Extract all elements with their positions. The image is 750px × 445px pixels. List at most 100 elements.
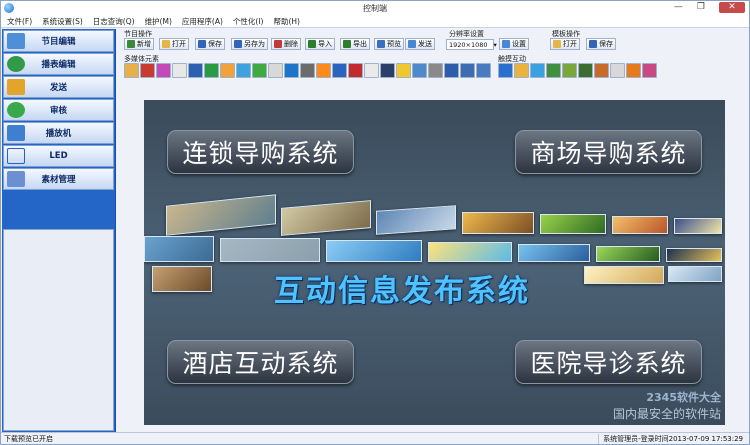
sidebar-item-material[interactable]: 素材管理 <box>3 168 114 190</box>
sidebar-item-playlist-edit[interactable]: 播表编辑 <box>3 53 114 75</box>
menu-personalize[interactable]: 个性化(I) <box>233 16 264 27</box>
media-element-1-icon[interactable] <box>124 63 139 78</box>
chevron-down-icon: ▾ <box>493 40 497 49</box>
media-element-16-icon[interactable] <box>364 63 379 78</box>
media-element-10-icon[interactable] <box>268 63 283 78</box>
sidebar-empty-area <box>3 229 114 431</box>
open-button-label: 打开 <box>172 40 186 48</box>
menu-help[interactable]: 帮助(H) <box>273 16 300 27</box>
gear-icon <box>502 40 510 48</box>
watermark-site: 2345软件大全 <box>646 391 721 404</box>
media-element-12-icon[interactable] <box>300 63 315 78</box>
save-button[interactable]: 保存 <box>195 38 225 50</box>
new-button[interactable]: 新增 <box>124 38 154 50</box>
pill-chain-store[interactable]: 连锁导购系统 <box>167 130 354 174</box>
save-as-button[interactable]: 另存为 <box>231 38 268 50</box>
settings-button[interactable]: 设置 <box>499 38 529 50</box>
open-folder-icon <box>162 40 170 48</box>
save-icon <box>198 40 206 48</box>
window-title: 控制端 <box>363 3 387 13</box>
media-element-4-icon[interactable] <box>172 63 187 78</box>
template-save-label: 保存 <box>599 40 613 48</box>
menu-log-query[interactable]: 日志查询(Q) <box>93 16 135 27</box>
delete-button[interactable]: 删除 <box>271 38 301 50</box>
sidebar-item-audit[interactable]: 审核 <box>3 99 114 121</box>
media-element-11-icon[interactable] <box>284 63 299 78</box>
touch-element-4-icon[interactable] <box>546 63 561 78</box>
media-element-7-icon[interactable] <box>220 63 235 78</box>
menu-file[interactable]: 文件(F) <box>7 16 32 27</box>
touch-element-9-icon[interactable] <box>626 63 641 78</box>
status-left: 下载预览已开启 <box>4 434 53 443</box>
open-folder-icon <box>553 40 561 48</box>
media-element-21-icon[interactable] <box>444 63 459 78</box>
touch-element-5-icon[interactable] <box>562 63 577 78</box>
pill-hospital-guide[interactable]: 医院导诊系统 <box>515 340 702 384</box>
photo-thumb <box>674 218 722 234</box>
media-element-19-icon[interactable] <box>412 63 427 78</box>
photo-thumb <box>596 246 660 262</box>
menu-system-settings[interactable]: 系统设置(S) <box>42 16 83 27</box>
media-element-9-icon[interactable] <box>252 63 267 78</box>
save-button-label: 保存 <box>208 40 222 48</box>
photo-thumb <box>376 205 456 235</box>
touch-element-2-icon[interactable] <box>514 63 529 78</box>
import-button[interactable]: 导入 <box>305 38 335 50</box>
photo-thumb <box>144 236 214 262</box>
media-element-14-icon[interactable] <box>332 63 347 78</box>
watermark-slogan: 国内最安全的软件站 <box>612 407 721 421</box>
template-open-button[interactable]: 打开 <box>550 38 580 50</box>
media-element-3-icon[interactable] <box>156 63 171 78</box>
sidebar-item-player[interactable]: 播放机 <box>3 122 114 144</box>
maximize-icon[interactable]: ❐ <box>697 2 705 13</box>
export-button[interactable]: 导出 <box>340 38 370 50</box>
preview-button[interactable]: 预览 <box>374 38 404 50</box>
touch-element-6-icon[interactable] <box>578 63 593 78</box>
sidebar-item-program-edit[interactable]: 节目编辑 <box>3 30 114 52</box>
media-element-22-icon[interactable] <box>460 63 475 78</box>
pill-hotel-interactive[interactable]: 酒店互动系统 <box>167 340 354 384</box>
media-elements-row <box>124 63 491 78</box>
media-element-17-icon[interactable] <box>380 63 395 78</box>
photo-thumb <box>220 238 320 262</box>
edit-icon <box>7 33 25 49</box>
send-icon <box>7 79 25 95</box>
media-element-20-icon[interactable] <box>428 63 443 78</box>
template-open-label: 打开 <box>563 40 577 48</box>
program-stage[interactable]: 连锁导购系统 商场导购系统 酒店互动系统 医院导诊系统 互动信息发布系统 234… <box>144 100 725 425</box>
resolution-value: 1920×1080 <box>449 40 488 49</box>
media-element-18-icon[interactable] <box>396 63 411 78</box>
touch-element-7-icon[interactable] <box>594 63 609 78</box>
touch-element-1-icon[interactable] <box>498 63 513 78</box>
pill-mall-guide[interactable]: 商场导购系统 <box>515 130 702 174</box>
media-element-2-icon[interactable] <box>140 63 155 78</box>
status-bar: 下载预览已开启 系统管理员-登录时间2013-07-09 17:53:29 <box>1 432 749 444</box>
media-element-8-icon[interactable] <box>236 63 251 78</box>
send-button[interactable]: 发送 <box>405 38 435 50</box>
touch-element-8-icon[interactable] <box>610 63 625 78</box>
photo-thumb <box>428 242 512 262</box>
preview-button-label: 预览 <box>387 40 401 48</box>
status-right: 系统管理员-登录时间2013-07-09 17:53:29 <box>598 433 749 444</box>
photo-thumb <box>666 248 722 262</box>
toolbar: 节目操作 新增 打开 保存 另存为 删除 导入 导出 预览 发送 分辨率设置 1… <box>119 29 749 93</box>
media-element-23-icon[interactable] <box>476 63 491 78</box>
menu-applications[interactable]: 应用程序(A) <box>182 16 223 27</box>
photo-thumb <box>152 266 212 292</box>
audit-icon <box>7 102 25 118</box>
touch-element-3-icon[interactable] <box>530 63 545 78</box>
close-icon[interactable]: ✕ <box>719 2 745 13</box>
minimize-icon[interactable]: — <box>674 2 683 13</box>
menu-maintenance[interactable]: 维护(M) <box>145 16 172 27</box>
media-element-6-icon[interactable] <box>204 63 219 78</box>
open-button[interactable]: 打开 <box>159 38 189 50</box>
template-save-button[interactable]: 保存 <box>586 38 616 50</box>
resolution-select[interactable]: 1920×1080 ▾ <box>446 39 497 50</box>
sidebar-item-send[interactable]: 发送 <box>3 76 114 98</box>
media-element-5-icon[interactable] <box>188 63 203 78</box>
media-element-15-icon[interactable] <box>348 63 363 78</box>
delete-button-label: 删除 <box>284 40 298 48</box>
sidebar-item-led[interactable]: LED <box>3 145 114 167</box>
media-element-13-icon[interactable] <box>316 63 331 78</box>
touch-element-10-icon[interactable] <box>642 63 657 78</box>
